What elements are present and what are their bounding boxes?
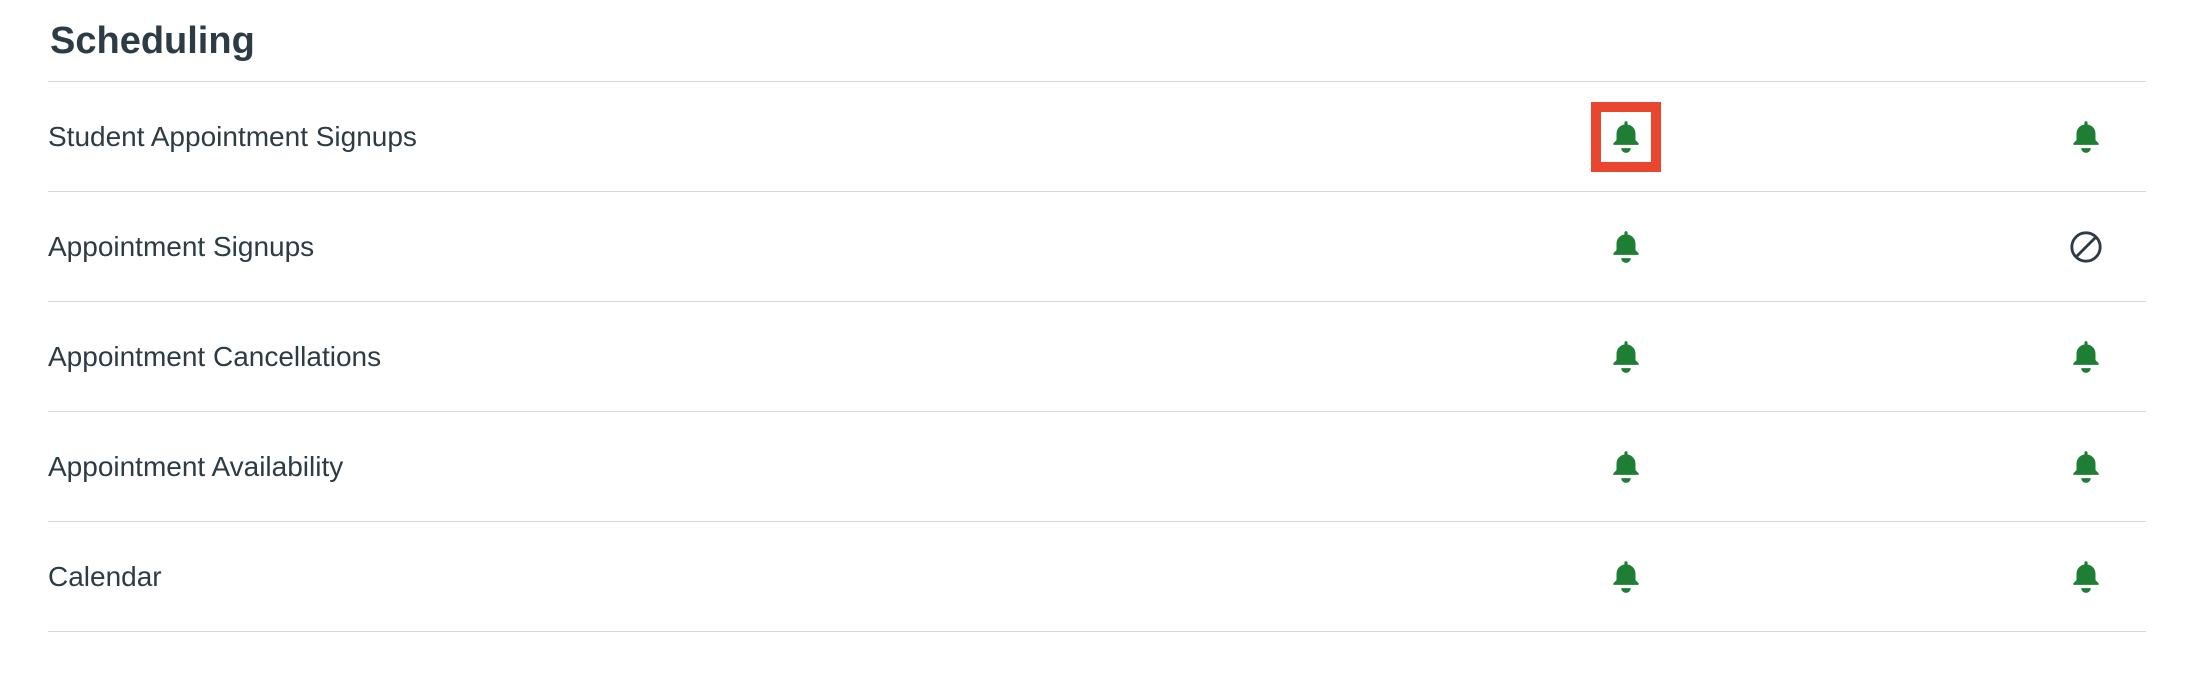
notification-toggle-col1[interactable] xyxy=(1591,432,1661,502)
section-title: Scheduling xyxy=(50,20,2146,63)
bell-icon xyxy=(1607,448,1645,486)
notification-toggle-col1[interactable] xyxy=(1591,322,1661,392)
bell-icon xyxy=(1607,228,1645,266)
off-icon xyxy=(2069,230,2103,264)
row-label: Student Appointment Signups xyxy=(48,82,1566,192)
notification-toggle-col1[interactable] xyxy=(1591,542,1661,612)
row-label: Appointment Cancellations xyxy=(48,302,1566,412)
row-label: Appointment Availability xyxy=(48,412,1566,522)
row-label: Calendar xyxy=(48,522,1566,632)
scheduling-table: Student Appointment Signups xyxy=(48,81,2146,632)
bell-icon xyxy=(2067,338,2105,376)
bell-icon xyxy=(2067,448,2105,486)
notification-toggle-col1[interactable] xyxy=(1591,102,1661,172)
table-row: Appointment Availability xyxy=(48,412,2146,522)
notification-toggle-col2[interactable] xyxy=(2051,322,2121,392)
table-row: Calendar xyxy=(48,522,2146,632)
row-label: Appointment Signups xyxy=(48,192,1566,302)
table-row: Student Appointment Signups xyxy=(48,82,2146,192)
notification-toggle-col2[interactable] xyxy=(2051,102,2121,172)
bell-icon xyxy=(1607,118,1645,156)
notification-toggle-col2[interactable] xyxy=(2051,432,2121,502)
bell-icon xyxy=(1607,558,1645,596)
table-row: Appointment Cancellations xyxy=(48,302,2146,412)
notification-toggle-col2[interactable] xyxy=(2051,542,2121,612)
bell-icon xyxy=(2067,558,2105,596)
notification-toggle-col1[interactable] xyxy=(1591,212,1661,282)
notification-toggle-col2[interactable] xyxy=(2051,212,2121,282)
bell-icon xyxy=(2067,118,2105,156)
table-row: Appointment Signups xyxy=(48,192,2146,302)
bell-icon xyxy=(1607,338,1645,376)
